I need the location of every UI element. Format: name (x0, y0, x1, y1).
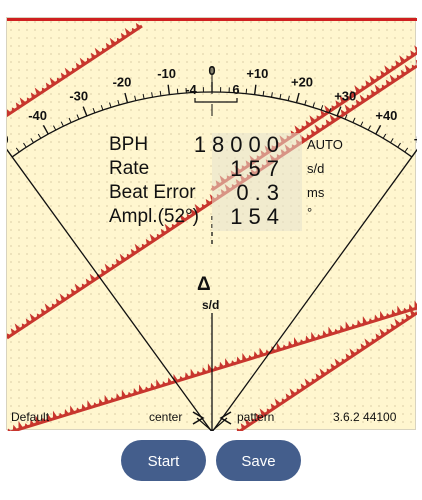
center-label: center (149, 410, 183, 424)
trace-tick (362, 316, 368, 325)
major-tick (124, 92, 129, 103)
major-tick (411, 148, 417, 158)
save-button[interactable]: Save (216, 440, 301, 481)
major-tick (336, 106, 342, 117)
minor-tick (159, 90, 162, 96)
trace-tick (397, 305, 403, 315)
minor-tick (390, 138, 394, 143)
trace-tick (104, 394, 110, 404)
major-tick (375, 124, 382, 135)
major-tick (42, 124, 49, 135)
trace-tick (414, 300, 417, 309)
amplitude-value: 154 (230, 204, 285, 229)
delta-unit: s/d (202, 298, 220, 312)
minor-tick (304, 99, 307, 106)
major-tick (167, 84, 171, 95)
rate-label: Rate (109, 158, 150, 179)
trace-tick (328, 326, 334, 336)
beat-error-label: Beat Error (109, 182, 196, 203)
scale-label: +10 (246, 66, 268, 81)
minor-tick (117, 99, 120, 106)
major-tick (295, 92, 300, 103)
version-label: 3.6.2 44100 (333, 410, 397, 424)
trace-tick (87, 400, 93, 409)
trace-tick (52, 410, 58, 420)
minor-tick (76, 114, 80, 120)
major-tick (253, 84, 257, 95)
trace-tick (242, 352, 248, 362)
delta-symbol: Δ (197, 274, 211, 295)
trace-tick (276, 342, 282, 351)
trace-tick (380, 310, 385, 320)
scale-label: -40 (28, 108, 47, 123)
scale-label: +20 (291, 74, 313, 89)
trace-tick (139, 384, 144, 393)
minor-tick (30, 138, 34, 143)
timegrapher-panel: -50-40-30-20-100+10+20+30+40+50-46 BPH 1… (6, 17, 417, 431)
minor-tick (367, 125, 371, 131)
trace-tick (121, 389, 127, 399)
rate-unit: s/d (307, 161, 325, 176)
minor-tick (151, 92, 153, 98)
scale-label: +50 (414, 132, 417, 147)
inner-bracket (194, 98, 238, 103)
scale-label: +30 (334, 88, 356, 103)
minor-tick (37, 133, 42, 139)
scale-label: -50 (7, 132, 9, 147)
minor-tick (262, 90, 265, 96)
minor-tick (142, 93, 145, 99)
minor-tick (360, 121, 364, 127)
scale-label: +40 (375, 108, 397, 123)
scale-label: -10 (157, 66, 176, 81)
bph-label: BPH (109, 134, 149, 155)
scale-label: -30 (69, 88, 88, 103)
rate-value: 157 (230, 156, 285, 181)
trace-tick (259, 347, 265, 357)
minor-tick (320, 105, 324, 111)
minor-tick (312, 102, 315, 108)
profile-label: Default (11, 410, 50, 424)
minor-tick (68, 117, 72, 123)
trace-tick (190, 368, 196, 378)
major-tick (7, 148, 13, 158)
bph-unit: AUTO (307, 137, 343, 152)
bph-value: 18000 (193, 132, 285, 157)
minor-tick (287, 95, 290, 101)
pattern-label: pattern (237, 410, 275, 424)
minor-tick (404, 147, 409, 153)
minor-tick (100, 105, 104, 111)
minor-tick (134, 95, 137, 101)
trace-tick (414, 45, 417, 54)
amplitude-unit: ° (307, 205, 313, 220)
trace-tick (156, 379, 162, 388)
minor-tick (279, 93, 282, 99)
minor-tick (23, 142, 27, 148)
trace-tick (70, 405, 75, 414)
trace-tick (311, 331, 316, 341)
trace-tick (345, 321, 351, 330)
minor-tick (60, 121, 64, 127)
minor-tick (382, 133, 387, 139)
inner-scale-label: 6 (232, 82, 239, 97)
minor-tick (53, 125, 57, 131)
minor-tick (15, 147, 20, 153)
trace-tick (225, 358, 230, 367)
trace-tick (293, 337, 299, 346)
major-tick (82, 106, 88, 117)
minor-tick (109, 102, 112, 108)
top-red-bar (7, 18, 417, 21)
beat-error-value: 0.3 (236, 180, 285, 205)
minor-tick (271, 92, 273, 98)
start-button[interactable]: Start (121, 440, 206, 481)
minor-tick (176, 88, 179, 94)
beat-error-unit: ms (307, 185, 325, 200)
minor-tick (245, 88, 248, 94)
minor-tick (92, 107, 96, 114)
amplitude-label: Ampl.(52°) (109, 206, 199, 227)
inner-scale-label: -4 (185, 82, 197, 97)
scale-label: -20 (113, 74, 132, 89)
minor-tick (397, 142, 401, 148)
minor-tick (352, 117, 356, 123)
